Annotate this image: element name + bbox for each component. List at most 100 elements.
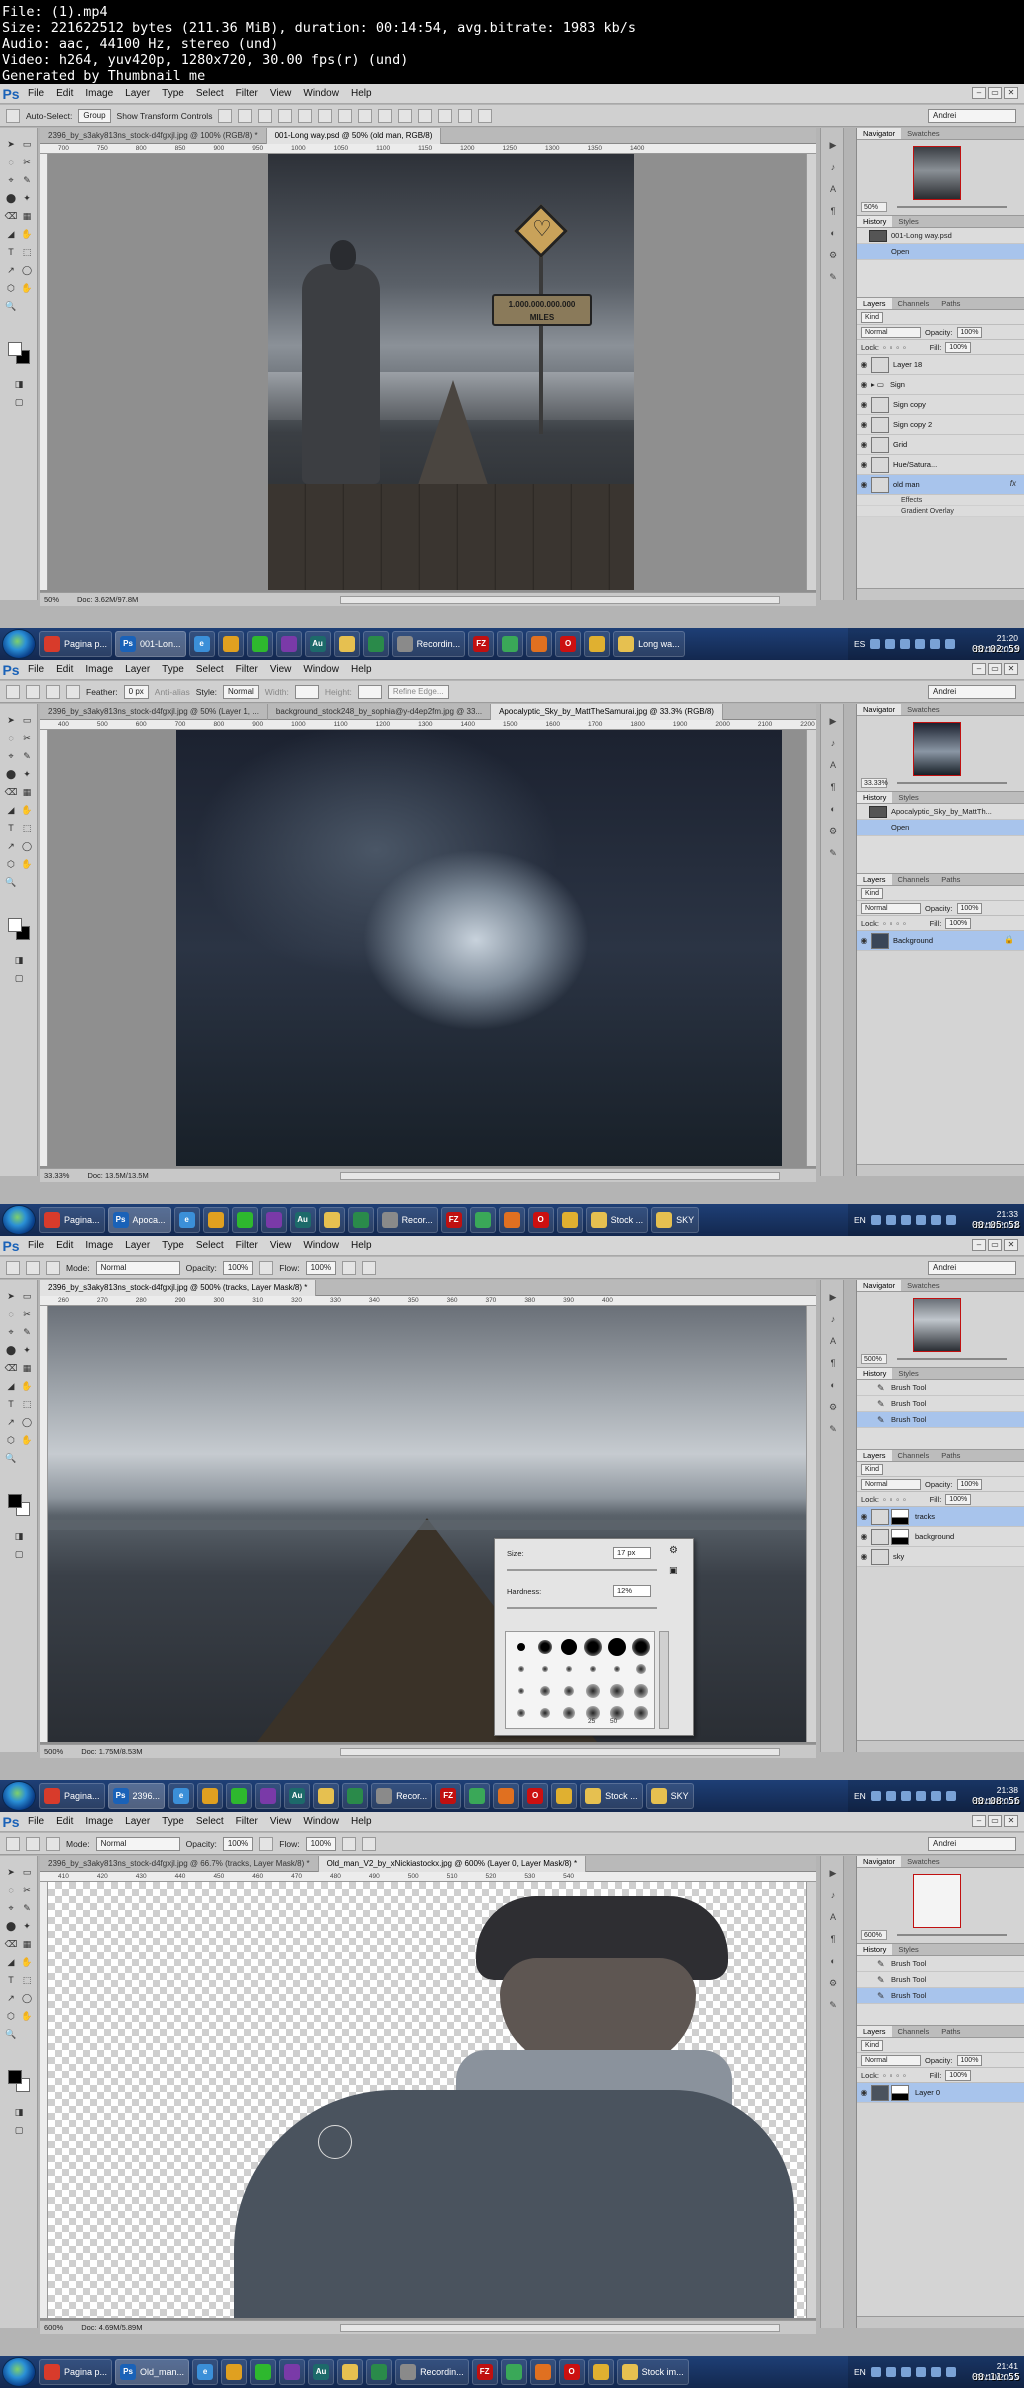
tool-icon[interactable]: ✋	[20, 858, 34, 870]
document-tab[interactable]: 001-Long way.psd @ 50% (old man, RGB/8)	[266, 128, 442, 144]
tool-icon[interactable]: ⌫	[4, 786, 18, 798]
taskbar-button[interactable]: Ps 001-Lon...	[115, 631, 186, 657]
tool-icon[interactable]: ▭	[20, 714, 34, 726]
tool-preset-icon[interactable]	[6, 1260, 20, 1275]
foreground-color-swatch[interactable]	[8, 2070, 22, 2084]
menu-select[interactable]: Select	[190, 1816, 230, 1827]
brush-tip[interactable]	[538, 1640, 552, 1654]
navigator-zoom-field[interactable]: 600%	[861, 1930, 887, 1940]
tool-icon[interactable]: 🔍	[4, 1452, 18, 1464]
taskbar-button[interactable]	[498, 1207, 525, 1233]
lock-option-icon[interactable]: ▫	[896, 343, 899, 352]
brush-panel-icon[interactable]	[46, 1836, 60, 1851]
tool-icon[interactable]: ✦	[20, 1920, 34, 1932]
tool-icon[interactable]: ▭	[20, 138, 34, 150]
brush-tip[interactable]	[586, 1684, 600, 1698]
layer-row[interactable]: ◉ Layer 18	[857, 355, 1024, 375]
tool-icon[interactable]: ✎	[20, 750, 34, 762]
brush-tip[interactable]	[632, 1638, 650, 1656]
feather-field[interactable]: 0 px	[123, 684, 149, 699]
brush-tip[interactable]	[563, 1707, 575, 1719]
history-state[interactable]: 001-Long way.psd	[857, 228, 1024, 244]
align-icon[interactable]	[438, 108, 453, 123]
taskbar-button[interactable]: Stock ...	[580, 1783, 643, 1809]
taskbar-button[interactable]	[493, 1783, 520, 1809]
tool-icon[interactable]: ↗	[4, 1992, 18, 2004]
tool-icon[interactable]: ⌖	[4, 1326, 18, 1338]
navigator-thumbnail[interactable]	[913, 722, 961, 776]
menu-file[interactable]: File	[22, 88, 50, 99]
screen-mode-icon[interactable]: ▢	[12, 2124, 26, 2136]
taskbar-button[interactable]	[347, 1207, 374, 1233]
brush-tip[interactable]	[584, 1638, 602, 1656]
tool-icon[interactable]: ▦	[20, 210, 34, 222]
maximize-icon[interactable]: ▭	[988, 1815, 1002, 1827]
taskbar-button[interactable]: Ps 2396...	[107, 1783, 166, 1809]
tool-icon[interactable]: ✂	[20, 156, 34, 168]
tool-icon[interactable]: ◌	[4, 156, 18, 168]
show-transform-controls[interactable]: Show Transform Controls	[117, 111, 213, 121]
minimize-icon[interactable]: –	[972, 87, 986, 99]
menu-view[interactable]: View	[264, 664, 298, 675]
lock-option-icon[interactable]: ▫	[890, 343, 893, 352]
quick-mask-icon[interactable]: ◨	[12, 1530, 26, 1542]
taskbar-button[interactable]: O	[558, 2359, 585, 2385]
tool-icon[interactable]: ◯	[20, 1992, 34, 2004]
align-icon[interactable]	[478, 108, 493, 123]
align-icon[interactable]	[278, 108, 293, 123]
brush-tip[interactable]	[517, 1709, 525, 1717]
pressure-opacity-icon[interactable]	[259, 1260, 274, 1275]
tab-styles[interactable]: Styles	[892, 216, 924, 227]
layer-row[interactable]: ◉ Layer 0	[857, 2083, 1024, 2103]
lock-option-icon[interactable]: ▫	[883, 2071, 886, 2080]
brush-tip[interactable]	[610, 1684, 624, 1698]
airbrush-icon[interactable]	[342, 1260, 357, 1275]
tool-icon[interactable]: ✦	[20, 1344, 34, 1356]
taskbar-button[interactable]: SKY	[645, 1783, 694, 1809]
navigator-thumbnail[interactable]	[913, 146, 961, 200]
align-icon[interactable]	[298, 108, 313, 123]
menu-edit[interactable]: Edit	[50, 88, 79, 99]
mode-dropdown[interactable]: Normal	[95, 1836, 180, 1851]
close-icon[interactable]: ✕	[1004, 87, 1018, 99]
menu-select[interactable]: Select	[190, 88, 230, 99]
align-icon[interactable]	[458, 108, 473, 123]
zoom-level[interactable]: 500%	[44, 1747, 63, 1756]
brush-tip[interactable]	[614, 1666, 620, 1672]
taskbar-button[interactable]: Ps Apoca...	[107, 1207, 171, 1233]
tab-channels[interactable]: Channels	[892, 298, 936, 309]
brush-panel-icon[interactable]	[46, 1260, 60, 1275]
menu-image[interactable]: Image	[79, 664, 119, 675]
navigator-zoom-field[interactable]: 50%	[861, 202, 887, 212]
brush-tip[interactable]	[517, 1643, 525, 1651]
workspace-dropdown[interactable]: Andrei	[928, 1837, 1016, 1851]
tray-icon[interactable]	[915, 2367, 926, 2377]
dock-panel-icon[interactable]: A	[826, 1334, 840, 1348]
menu-image[interactable]: Image	[79, 88, 119, 99]
menu-filter[interactable]: Filter	[230, 1240, 264, 1251]
tab-styles[interactable]: Styles	[892, 1368, 924, 1379]
tool-icon[interactable]: ✋	[20, 1380, 34, 1392]
start-button[interactable]	[2, 629, 36, 659]
tray-icon[interactable]	[930, 1791, 941, 1801]
document-canvas[interactable]: ♡ 1.000.000.000.000 MILES	[268, 154, 634, 590]
menu-type[interactable]: Type	[156, 1816, 190, 1827]
history-state[interactable]: ✎ Brush Tool	[857, 1396, 1024, 1412]
tool-icon[interactable]: T	[4, 246, 18, 258]
taskbar-button[interactable]	[217, 631, 244, 657]
mode-dropdown[interactable]: Normal	[95, 1260, 180, 1275]
menu-window[interactable]: Window	[297, 664, 345, 675]
opacity-field[interactable]: 100%	[222, 1260, 254, 1275]
document-canvas[interactable]	[48, 1882, 806, 2318]
tool-preset-icon[interactable]	[6, 684, 20, 699]
tool-icon[interactable]: ✂	[20, 1884, 34, 1896]
taskbar-button[interactable]: FZ	[471, 2359, 498, 2385]
tab-channels[interactable]: Channels	[892, 2026, 936, 2037]
visibility-eye-icon[interactable]: ◉	[857, 460, 871, 469]
tray-icon[interactable]	[930, 2367, 941, 2377]
menu-filter[interactable]: Filter	[230, 88, 264, 99]
taskbar-button[interactable]	[275, 631, 302, 657]
blend-mode-dropdown[interactable]: Normal	[861, 2054, 921, 2066]
visibility-eye-icon[interactable]: ◉	[857, 2088, 871, 2097]
menu-layer[interactable]: Layer	[119, 1816, 156, 1827]
